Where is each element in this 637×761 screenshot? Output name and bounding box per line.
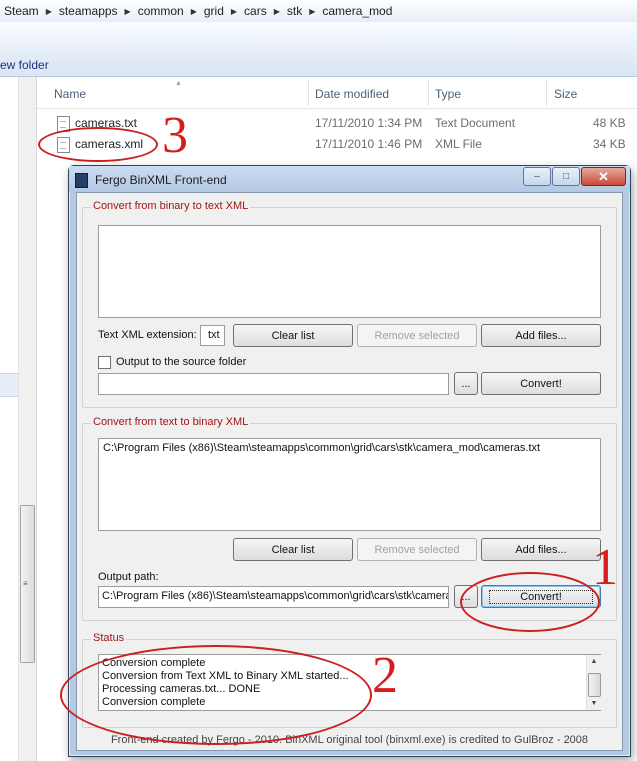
clear-list-button[interactable]: Clear list — [233, 538, 353, 561]
list-item[interactable]: C:\Program Files (x86)\Steam\steamapps\c… — [103, 442, 596, 455]
file-size: 34 KB — [593, 137, 626, 151]
file-date: 17/11/2010 1:46 PM — [315, 137, 423, 151]
annotation-number-2: 2 — [372, 647, 398, 704]
dialog-titlebar[interactable]: Fergo BinXML Front-end – □ ✕ — [69, 166, 630, 192]
extension-input[interactable]: txt — [200, 325, 225, 346]
convert-button[interactable]: Convert! — [481, 372, 601, 395]
breadcrumb: Steam ▶ steamapps ▶ common ▶ grid ▶ cars… — [0, 0, 637, 23]
output-path-input[interactable] — [98, 373, 449, 395]
breadcrumb-item-cars[interactable]: cars — [240, 4, 271, 18]
remove-selected-button[interactable]: Remove selected — [357, 538, 477, 561]
group-label: Convert from binary to text XML — [91, 200, 251, 212]
column-size[interactable]: Size — [554, 87, 577, 101]
nav-selected-item[interactable] — [0, 373, 19, 397]
scrollbar-thumb[interactable] — [588, 673, 601, 697]
breadcrumb-separator-icon[interactable]: ▶ — [43, 7, 55, 16]
breadcrumb-item-grid[interactable]: grid — [200, 4, 228, 18]
file-type: Text Document — [435, 116, 516, 130]
output-source-label: Output to the source folder — [116, 356, 247, 368]
column-divider[interactable] — [428, 80, 429, 106]
minimize-button[interactable]: – — [523, 167, 551, 186]
binary-files-list[interactable] — [98, 225, 601, 318]
group-label: Status — [91, 632, 127, 644]
explorer-toolbar: ew folder — [0, 22, 637, 77]
column-divider[interactable] — [546, 80, 547, 106]
clear-list-button[interactable]: Clear list — [233, 324, 353, 347]
maximize-button[interactable]: □ — [552, 167, 580, 186]
annotation-ellipse — [60, 645, 372, 745]
dialog-title: Fergo BinXML Front-end — [95, 173, 227, 187]
add-files-button[interactable]: Add files... — [481, 538, 601, 561]
breadcrumb-separator-icon[interactable]: ▶ — [122, 7, 134, 16]
column-divider[interactable] — [308, 80, 309, 106]
grip-icon: ≡ — [23, 579, 28, 588]
annotation-number-1: 1 — [592, 539, 618, 596]
annotation-ellipse — [38, 127, 158, 162]
navigation-scrollbar[interactable]: ≡ — [18, 77, 36, 761]
file-date: 17/11/2010 1:34 PM — [315, 116, 423, 130]
breadcrumb-separator-icon[interactable]: ▶ — [271, 7, 283, 16]
scroll-down-icon[interactable]: ▼ — [587, 697, 601, 710]
breadcrumb-separator-icon[interactable]: ▶ — [188, 7, 200, 16]
output-path-label: Output path: — [98, 571, 159, 583]
app-icon — [75, 173, 88, 188]
file-list-header: ▲ Name Date modified Type Size — [37, 80, 637, 109]
group-label: Convert from text to binary XML — [91, 416, 251, 428]
output-source-checkbox[interactable] — [98, 356, 111, 369]
breadcrumb-item-common[interactable]: common — [134, 4, 188, 18]
browse-button[interactable]: ... — [454, 372, 478, 395]
breadcrumb-separator-icon[interactable]: ▶ — [306, 7, 318, 16]
text-files-list[interactable]: C:\Program Files (x86)\Steam\steamapps\c… — [98, 438, 601, 531]
column-type[interactable]: Type — [435, 87, 461, 101]
breadcrumb-separator-icon[interactable]: ▶ — [228, 7, 240, 16]
close-button[interactable]: ✕ — [581, 167, 626, 186]
breadcrumb-item-stk[interactable]: stk — [283, 4, 306, 18]
binary-to-text-group: Convert from binary to text XML Text XML… — [82, 200, 617, 408]
add-files-button[interactable]: Add files... — [481, 324, 601, 347]
annotation-number-3: 3 — [162, 107, 188, 164]
new-folder-button[interactable]: ew folder — [0, 58, 49, 72]
extension-label: Text XML extension: — [98, 329, 197, 341]
annotation-ellipse — [460, 572, 600, 632]
status-scrollbar[interactable]: ▲ ▼ — [586, 655, 601, 710]
file-type: XML File — [435, 137, 482, 151]
breadcrumb-item-steam[interactable]: Steam — [0, 4, 43, 18]
sort-ascending-icon: ▲ — [175, 80, 182, 87]
breadcrumb-item-steamapps[interactable]: steamapps — [55, 4, 122, 18]
output-path-input[interactable]: C:\Program Files (x86)\Steam\steamapps\c… — [98, 586, 449, 608]
caption-buttons: – □ ✕ — [522, 167, 626, 186]
remove-selected-button[interactable]: Remove selected — [357, 324, 477, 347]
file-size: 48 KB — [593, 116, 626, 130]
column-name[interactable]: Name — [54, 87, 86, 101]
column-date-modified[interactable]: Date modified — [315, 87, 389, 101]
breadcrumb-item-camera-mod[interactable]: camera_mod — [318, 4, 396, 18]
scroll-up-icon[interactable]: ▲ — [587, 655, 601, 668]
